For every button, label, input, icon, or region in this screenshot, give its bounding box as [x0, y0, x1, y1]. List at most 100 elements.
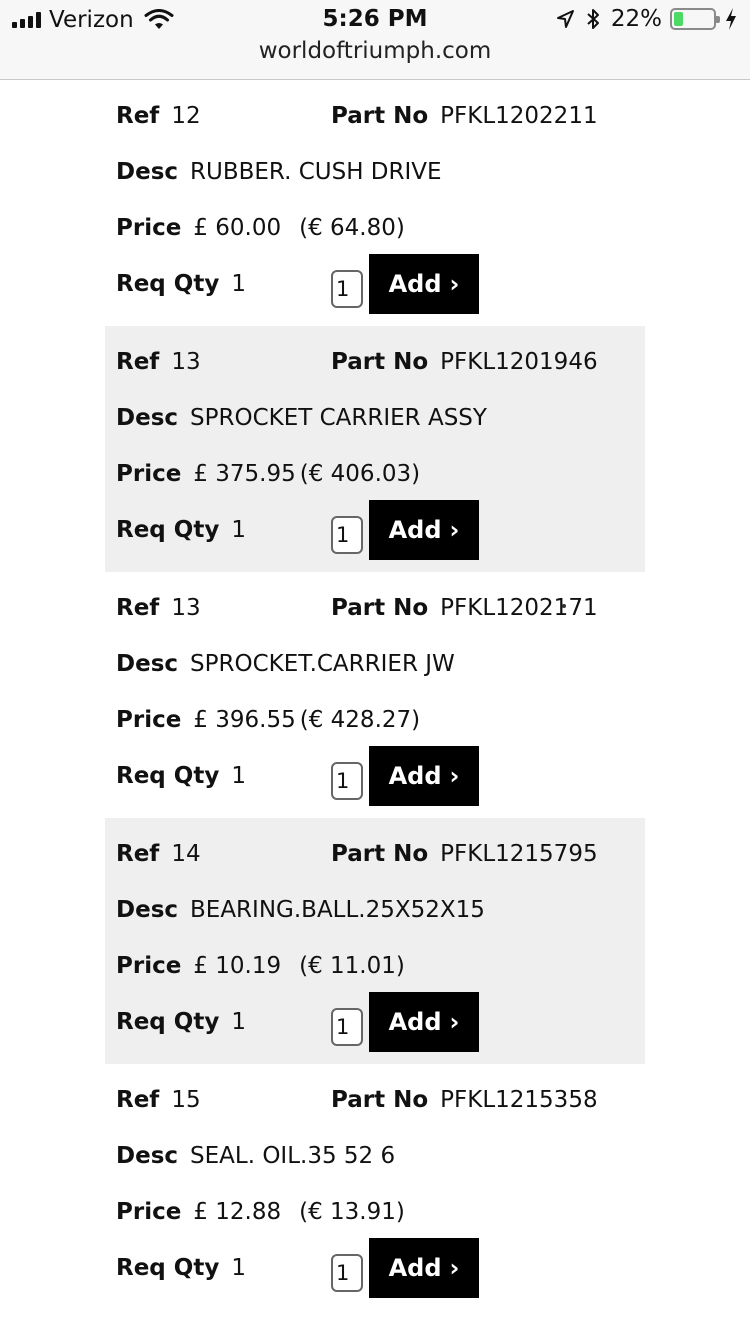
price-row: Price £ 396.55 (€ 428.27): [116, 700, 420, 740]
part-no-label: Part No: [331, 1087, 429, 1113]
add-button-label: Add: [388, 270, 442, 298]
qty-input[interactable]: [331, 762, 363, 800]
req-qty-row: Req Qty 1: [116, 1002, 246, 1042]
chevron-right-icon: ›: [449, 1254, 460, 1282]
req-qty-label: Req Qty: [116, 517, 220, 543]
req-qty-value: 1: [231, 271, 246, 297]
add-button[interactable]: Add›: [369, 746, 479, 806]
part-no-value: PFKL1202171: [440, 595, 598, 621]
add-button[interactable]: Add›: [369, 1238, 479, 1298]
part-no-value: PFKL1201946: [440, 349, 598, 375]
desc-value: SPROCKET CARRIER ASSY: [190, 405, 487, 431]
req-qty-value: 1: [231, 1255, 246, 1281]
req-qty-value: 1: [231, 1009, 246, 1035]
url-bar[interactable]: worldoftriumph.com: [0, 38, 750, 64]
part-item: Ref 13 Part No PFKL1202171 Desc SPROCKET…: [105, 572, 645, 818]
desc-value: SEAL. OIL.35 52 6: [190, 1143, 396, 1169]
req-qty-value: 1: [231, 517, 246, 543]
desc-row: Desc SPROCKET CARRIER ASSY: [116, 398, 487, 438]
desc-label: Desc: [116, 159, 179, 185]
add-button-label: Add: [388, 1254, 442, 1282]
add-button[interactable]: Add›: [369, 254, 479, 314]
part-item: Ref 13 Part No PFKL1201946 Desc SPROCKET…: [105, 326, 645, 572]
ref-row: Ref 13: [116, 342, 201, 382]
bluetooth-icon: [587, 9, 599, 29]
price-gbp: £ 60.00: [193, 215, 282, 241]
ref-value: 13: [171, 349, 201, 375]
part-no-value: PFKL1202211: [440, 103, 598, 129]
chevron-right-icon: ›: [449, 270, 460, 298]
ref-value: 14: [171, 841, 201, 867]
parts-list: Req Qty 1 Add› Ref 12 Part No PFKL120221…: [105, 0, 645, 1310]
part-no-label: Part No: [331, 349, 429, 375]
desc-label: Desc: [116, 651, 179, 677]
price-gbp: £ 375.95: [193, 461, 296, 487]
req-qty-label: Req Qty: [116, 271, 220, 297]
part-no-row: Part No PFKL1201946: [331, 342, 598, 382]
desc-label: Desc: [116, 405, 179, 431]
desc-value: RUBBER. CUSH DRIVE: [190, 159, 442, 185]
req-qty-row: Req Qty 1: [116, 756, 246, 796]
desc-label: Desc: [116, 1143, 179, 1169]
chevron-right-icon: ›: [449, 762, 460, 790]
qty-input[interactable]: [331, 1008, 363, 1046]
price-eur: (€ 11.01): [299, 953, 405, 979]
part-item: Ref 12 Part No PFKL1202211 Desc RUBBER. …: [105, 80, 645, 326]
desc-value: SPROCKET.CARRIER JW: [190, 651, 455, 677]
qty-input[interactable]: [331, 1254, 363, 1292]
req-qty-row: Req Qty 1: [116, 510, 246, 550]
part-no-row: Part No PFKL1202171: [331, 588, 598, 628]
price-eur: (€ 428.27): [299, 707, 421, 733]
part-no-value: PFKL1215358: [440, 1087, 598, 1113]
price-eur: (€ 13.91): [299, 1199, 405, 1225]
price-label: Price: [116, 707, 182, 733]
price-gbp: £ 10.19: [193, 953, 282, 979]
price-gbp: £ 396.55: [193, 707, 296, 733]
desc-row: Desc SEAL. OIL.35 52 6: [116, 1136, 395, 1176]
price-label: Price: [116, 953, 182, 979]
ref-value: 12: [171, 103, 201, 129]
add-button-label: Add: [388, 516, 442, 544]
add-button[interactable]: Add›: [369, 992, 479, 1052]
part-no-label: Part No: [331, 103, 429, 129]
price-row: Price £ 60.00 (€ 64.80): [116, 208, 405, 248]
location-arrow-icon: [556, 10, 574, 28]
req-qty-label: Req Qty: [116, 763, 220, 789]
add-button-label: Add: [388, 1008, 442, 1036]
price-eur: (€ 64.80): [299, 215, 405, 241]
qty-input[interactable]: [331, 270, 363, 308]
price-gbp: £ 12.88: [193, 1199, 282, 1225]
price-eur: (€ 406.03): [299, 461, 421, 487]
req-qty-row: Req Qty 1: [116, 264, 246, 304]
ref-label: Ref: [116, 841, 160, 867]
desc-row: Desc BEARING.BALL.25X52X15: [116, 890, 485, 930]
price-row: Price £ 10.19 (€ 11.01): [116, 946, 405, 986]
chevron-right-icon: ›: [449, 1008, 460, 1036]
desc-row: Desc RUBBER. CUSH DRIVE: [116, 152, 442, 192]
battery-percent: 22%: [610, 6, 662, 32]
part-no-row: Part No PFKL1215358: [331, 1080, 598, 1120]
req-qty-label: Req Qty: [116, 1009, 220, 1035]
part-no-row: Part No PFKL1202211: [331, 96, 598, 136]
desc-row: Desc SPROCKET.CARRIER JW: [116, 644, 455, 684]
part-no-row: Part No PFKL1215795: [331, 834, 598, 874]
ref-row: Ref 12: [116, 96, 201, 136]
req-qty-value: 1: [231, 763, 246, 789]
price-label: Price: [116, 215, 182, 241]
part-item: Ref 15 Part No PFKL1215358 Desc SEAL. OI…: [105, 1064, 645, 1310]
battery-fill: [674, 12, 684, 26]
ref-row: Ref 14: [116, 834, 201, 874]
browser-top-bar: Verizon 5:26 PM 22% worldoftriumph.com: [0, 0, 750, 80]
ref-row: Ref 13: [116, 588, 201, 628]
stray-dot: [562, 604, 566, 608]
ref-value: 15: [171, 1087, 201, 1113]
price-label: Price: [116, 461, 182, 487]
qty-input[interactable]: [331, 516, 363, 554]
add-button[interactable]: Add›: [369, 500, 479, 560]
part-no-label: Part No: [331, 595, 429, 621]
chevron-right-icon: ›: [449, 516, 460, 544]
status-bar: Verizon 5:26 PM 22%: [0, 0, 750, 40]
status-right-group: 22%: [555, 6, 738, 32]
part-no-value: PFKL1215795: [440, 841, 598, 867]
req-qty-row: Req Qty 1: [116, 1248, 246, 1288]
